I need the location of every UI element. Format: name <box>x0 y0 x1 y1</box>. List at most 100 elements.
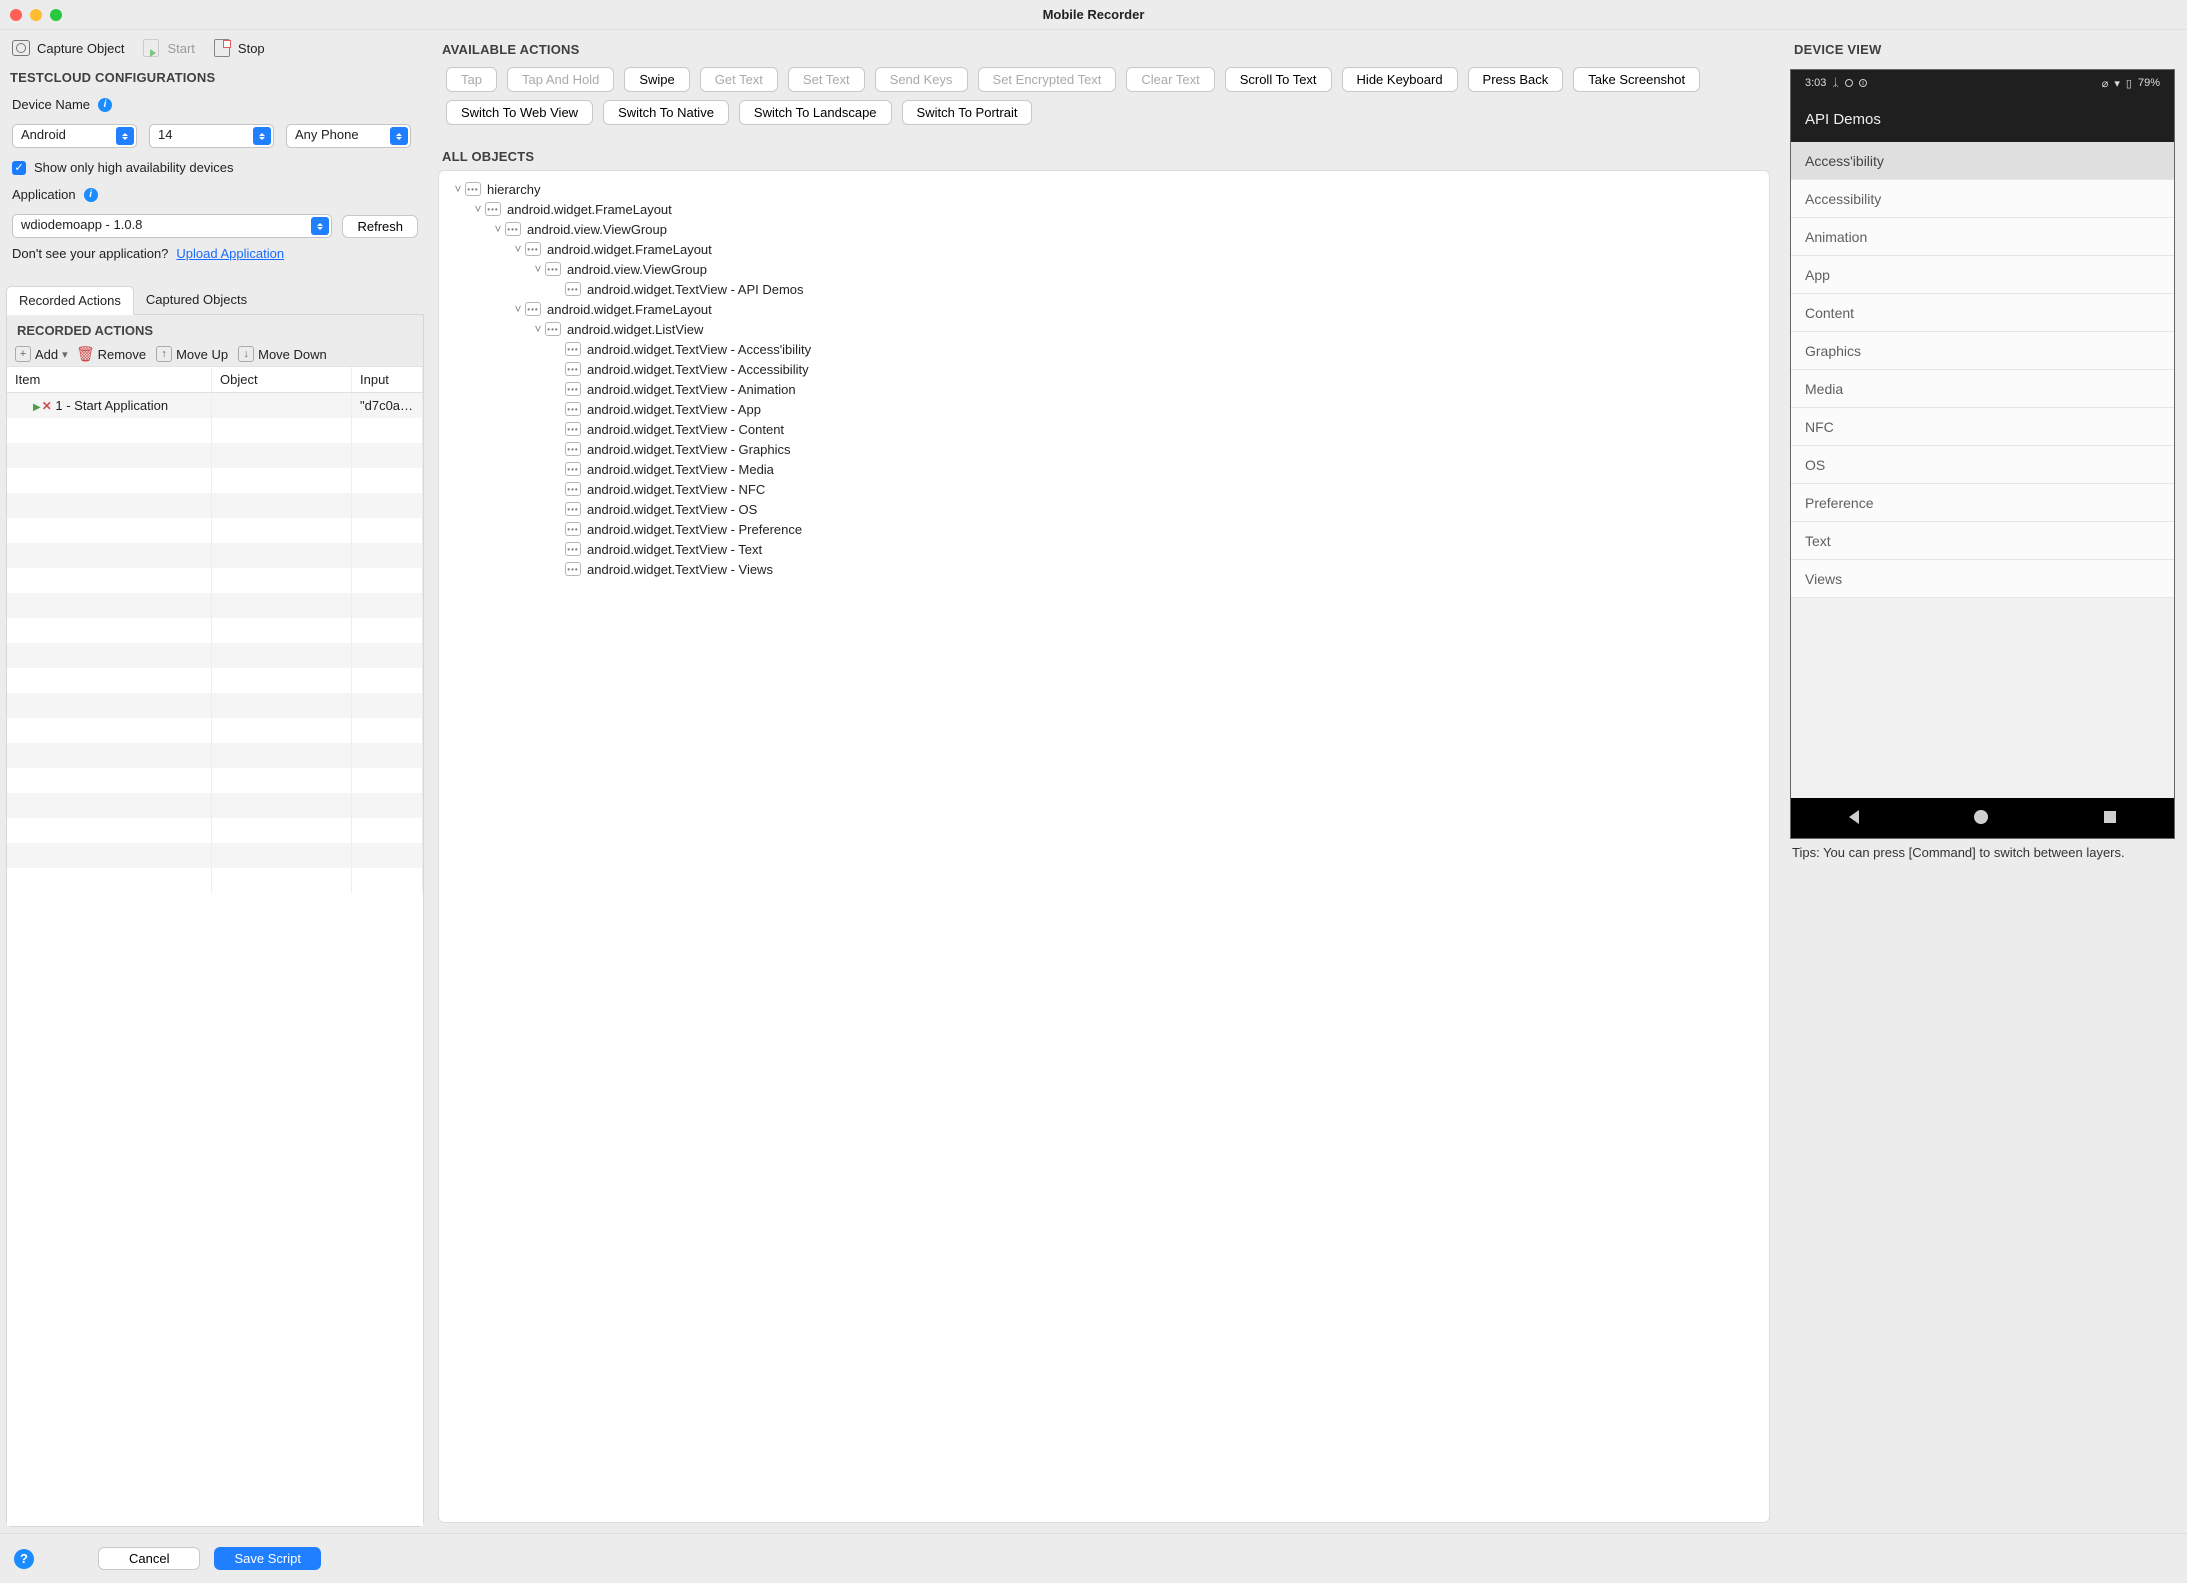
table-row[interactable] <box>7 818 423 843</box>
device-list-item[interactable]: Animation <box>1791 218 2174 256</box>
tree-node[interactable]: hierarchy <box>445 179 1763 199</box>
object-tree[interactable]: hierarchyandroid.widget.FrameLayoutandro… <box>438 170 1770 1523</box>
device-list-item[interactable]: Text <box>1791 522 2174 560</box>
device-list[interactable]: Access'ibilityAccessibilityAnimationAppC… <box>1791 142 2174 798</box>
table-row[interactable] <box>7 768 423 793</box>
save-script-button[interactable]: Save Script <box>214 1547 320 1570</box>
action-scroll-to-text-button[interactable]: Scroll To Text <box>1225 67 1332 92</box>
action-switch-to-portrait-button[interactable]: Switch To Portrait <box>902 100 1033 125</box>
tree-node[interactable]: android.widget.FrameLayout <box>445 239 1763 259</box>
table-row[interactable] <box>7 668 423 693</box>
phone-filter-select[interactable]: Any Phone <box>286 124 411 148</box>
application-select[interactable]: wdiodemoapp - 1.0.8 <box>12 214 332 238</box>
tree-node[interactable]: android.widget.TextView - OS <box>445 499 1763 519</box>
tree-node[interactable]: android.widget.TextView - App <box>445 399 1763 419</box>
device-screen[interactable]: 3:03 ᛣ i ⌀ ▾ ▯ 79% API Demos Access'ibil… <box>1790 69 2175 839</box>
table-row[interactable] <box>7 568 423 593</box>
table-row[interactable] <box>7 418 423 443</box>
table-row[interactable] <box>7 793 423 818</box>
action-switch-to-landscape-button[interactable]: Switch To Landscape <box>739 100 892 125</box>
table-row[interactable] <box>7 443 423 468</box>
platform-select[interactable]: Android <box>12 124 137 148</box>
action-switch-to-native-button[interactable]: Switch To Native <box>603 100 729 125</box>
action-hide-keyboard-button[interactable]: Hide Keyboard <box>1342 67 1458 92</box>
tab-captured-objects[interactable]: Captured Objects <box>134 286 259 315</box>
show-only-checkbox[interactable]: ✓ <box>12 161 26 175</box>
table-row[interactable] <box>7 868 423 893</box>
table-row[interactable] <box>7 543 423 568</box>
tree-node[interactable]: android.widget.TextView - Preference <box>445 519 1763 539</box>
device-list-item[interactable]: OS <box>1791 446 2174 484</box>
device-list-item[interactable]: Accessibility <box>1791 180 2174 218</box>
capture-object-button[interactable]: Capture Object <box>10 38 124 58</box>
table-row[interactable] <box>7 693 423 718</box>
help-icon[interactable]: ? <box>14 1549 34 1569</box>
node-icon <box>565 442 581 456</box>
tree-node[interactable]: android.widget.FrameLayout <box>445 299 1763 319</box>
tree-node[interactable]: android.widget.TextView - Content <box>445 419 1763 439</box>
table-row[interactable] <box>7 493 423 518</box>
table-row[interactable] <box>7 718 423 743</box>
action-switch-to-web-view-button[interactable]: Switch To Web View <box>446 100 593 125</box>
tree-node[interactable]: android.widget.TextView - Graphics <box>445 439 1763 459</box>
tree-node[interactable]: android.widget.ListView <box>445 319 1763 339</box>
tree-node[interactable]: android.widget.TextView - API Demos <box>445 279 1763 299</box>
device-list-item[interactable]: Preference <box>1791 484 2174 522</box>
tree-node[interactable]: android.view.ViewGroup <box>445 259 1763 279</box>
nav-recent-icon[interactable] <box>2104 811 2116 826</box>
tree-node[interactable]: android.widget.TextView - Media <box>445 459 1763 479</box>
info-icon[interactable]: i <box>84 188 98 202</box>
move-down-button[interactable]: ↓ Move Down <box>238 346 327 362</box>
add-button[interactable]: + Add ▾ <box>15 346 68 362</box>
version-select[interactable]: 14 <box>149 124 274 148</box>
action-take-screenshot-button[interactable]: Take Screenshot <box>1573 67 1700 92</box>
move-up-button[interactable]: ↑ Move Up <box>156 346 228 362</box>
device-list-item[interactable]: Views <box>1791 560 2174 598</box>
device-list-item[interactable]: Access'ibility <box>1791 142 2174 180</box>
chevron-down-icon[interactable] <box>531 322 545 336</box>
chevron-down-icon[interactable] <box>451 182 465 196</box>
remove-button[interactable]: 🗑 Remove <box>78 346 146 362</box>
tree-node[interactable]: android.widget.TextView - NFC <box>445 479 1763 499</box>
circle-icon <box>1845 79 1853 87</box>
recorded-actions-table[interactable]: Item Object Input ▶✕ 1 - Start Applicati… <box>7 367 423 1526</box>
table-row[interactable] <box>7 743 423 768</box>
table-row[interactable] <box>7 468 423 493</box>
upload-application-link[interactable]: Upload Application <box>176 246 284 261</box>
chevron-down-icon[interactable] <box>511 242 525 256</box>
table-row[interactable] <box>7 843 423 868</box>
tree-node[interactable]: android.widget.FrameLayout <box>445 199 1763 219</box>
device-time: 3:03 <box>1805 77 1826 89</box>
refresh-button[interactable]: Refresh <box>342 215 418 238</box>
device-list-item[interactable]: Graphics <box>1791 332 2174 370</box>
chevron-down-icon[interactable] <box>491 222 505 236</box>
chevron-down-icon[interactable] <box>511 302 525 316</box>
tree-node[interactable]: android.widget.TextView - Accessibility <box>445 359 1763 379</box>
chevron-down-icon[interactable] <box>531 262 545 276</box>
table-row[interactable] <box>7 618 423 643</box>
info-icon[interactable]: i <box>98 98 112 112</box>
table-row[interactable]: ▶✕ 1 - Start Application"d7c0a71b <box>7 393 423 418</box>
device-list-item[interactable]: Content <box>1791 294 2174 332</box>
nav-back-icon[interactable] <box>1849 810 1859 827</box>
tree-node[interactable]: android.widget.TextView - Access'ibility <box>445 339 1763 359</box>
chevron-down-icon[interactable] <box>471 202 485 216</box>
tree-node[interactable]: android.widget.TextView - Animation <box>445 379 1763 399</box>
start-button: Start <box>140 38 194 58</box>
tree-node[interactable]: android.widget.TextView - Text <box>445 539 1763 559</box>
table-row[interactable] <box>7 593 423 618</box>
table-row[interactable] <box>7 643 423 668</box>
device-list-item[interactable]: App <box>1791 256 2174 294</box>
device-list-item[interactable]: NFC <box>1791 408 2174 446</box>
tree-node-label: android.widget.TextView - Access'ibility <box>587 342 811 357</box>
table-row[interactable] <box>7 518 423 543</box>
action-press-back-button[interactable]: Press Back <box>1468 67 1564 92</box>
stop-button[interactable]: Stop <box>211 38 265 58</box>
tree-node[interactable]: android.widget.TextView - Views <box>445 559 1763 579</box>
nav-home-icon[interactable] <box>1974 810 1988 827</box>
cancel-button[interactable]: Cancel <box>98 1547 200 1570</box>
tab-recorded-actions[interactable]: Recorded Actions <box>6 286 134 315</box>
action-swipe-button[interactable]: Swipe <box>624 67 689 92</box>
tree-node[interactable]: android.view.ViewGroup <box>445 219 1763 239</box>
device-list-item[interactable]: Media <box>1791 370 2174 408</box>
